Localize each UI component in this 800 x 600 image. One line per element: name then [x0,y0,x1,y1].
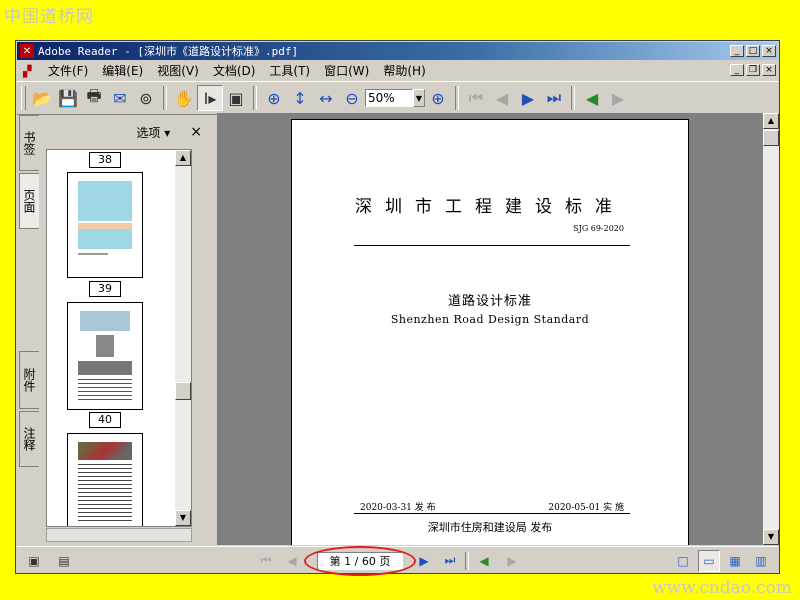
fit-width-icon[interactable]: ↔ [313,85,339,111]
status-bar: ▣ ▤ ⏮ ◀ 第 1 / 60 页 ▶ ⏭ ◀ ▶ □ ▭ ▦ ▥ [17,545,778,576]
menu-help[interactable]: 帮助(H) [376,62,432,79]
page-number-label: 39 [89,281,121,297]
tab-pages[interactable]: 页面 [19,173,39,229]
window-title: Adobe Reader - [深圳市《道路设计标准》.pdf] [38,45,299,58]
toolbar-grip[interactable] [21,86,26,110]
title-bar[interactable]: ✕ Adobe Reader - [深圳市《道路设计标准》.pdf] _ □ × [17,42,778,60]
email-icon[interactable]: ✉ [107,85,133,111]
issue-date: 2020-03-31 发 布 [360,503,436,513]
go-back-icon[interactable]: ◀ [473,550,495,572]
page-indicator[interactable]: 第 1 / 60 页 [304,545,416,576]
watermark-bottom: www.cndao.com [652,578,792,598]
previous-page-icon[interactable]: ◀ [489,85,515,111]
pdf-document-icon[interactable]: ▞ [23,65,35,78]
tab-bookmarks[interactable]: 书签 [19,115,39,171]
last-page-icon[interactable]: ⏭ [541,85,567,111]
document-view[interactable]: 深圳市工程建设标准 SJG 69-2020 道路设计标准 Shenzhen Ro… [217,113,763,545]
scroll-down-icon[interactable]: ▼ [763,529,779,545]
scroll-up-icon[interactable]: ▲ [175,150,191,166]
open-folder-icon[interactable]: 📂 [29,85,55,111]
standard-code: SJG 69-2020 [573,224,624,233]
standard-series-title: 深圳市工程建设标准 [355,197,625,217]
panel-options-menu[interactable]: 选项 ▾ [136,124,170,141]
doc-restore-button[interactable]: ❐ [746,64,760,76]
doc-minimize-button[interactable]: _ [730,64,744,76]
document-properties-icon[interactable]: ▤ [53,550,75,572]
zoom-out-icon[interactable]: ⊖ [339,85,365,111]
fit-page-icon[interactable]: ↕ [287,85,313,111]
single-page-view-icon[interactable]: □ [672,550,694,572]
next-page-icon[interactable]: ▶ [413,550,435,572]
zoom-field[interactable]: 50% [365,89,413,107]
menu-file[interactable]: 文件(F) [41,62,95,79]
menu-bar: ▞ 文件(F) 编辑(E) 视图(V) 文档(D) 工具(T) 窗口(W) 帮助… [17,61,778,80]
tab-attachments[interactable]: 附件 [19,351,39,409]
adobe-reader-icon[interactable]: ✕ [20,44,34,58]
select-text-tool-icon[interactable]: I▸ [197,85,223,111]
panel-scroll-thumb[interactable] [175,382,191,400]
scroll-down-icon[interactable]: ▼ [175,510,191,526]
go-forward-icon[interactable]: ▶ [605,85,631,111]
menu-document[interactable]: 文档(D) [206,62,263,79]
document-scrollbar[interactable]: ▲ ▼ [763,113,779,545]
standard-title-cn: 道路设计标准 [447,294,532,309]
minimize-button[interactable]: _ [730,45,744,57]
menu-edit[interactable]: 编辑(E) [95,62,150,79]
next-page-icon[interactable]: ▶ [515,85,541,111]
pages-panel: 选项 ▾ × 38 39 40 ▲ ▼ [40,117,210,545]
effective-date: 2020-05-01 实 施 [548,503,624,513]
go-back-icon[interactable]: ◀ [579,85,605,111]
continuous-facing-view-icon[interactable]: ▦ [724,550,746,572]
chevron-down-icon[interactable]: ▼ [413,89,425,107]
previous-page-icon[interactable]: ◀ [281,550,303,572]
close-button[interactable]: × [762,45,776,57]
panel-horizontal-scrollbar[interactable] [46,528,192,542]
save-icon[interactable]: 💾 [55,85,81,111]
main-toolbar: 📂 💾 🖶 ✉ ⊚ ✋ I▸ ▣ ⊕ ↕ ↔ ⊖ 50% ▼ ⊕ ⏮ ◀ ▶ ⏭… [17,81,778,115]
print-icon[interactable]: 🖶 [81,85,107,111]
menu-view[interactable]: 视图(V) [150,62,206,79]
page-indicator-text: 第 1 / 60 页 [329,554,391,568]
menu-tools[interactable]: 工具(T) [262,62,317,79]
continuous-view-icon[interactable]: ▭ [698,549,720,572]
watermark-top: 中国道桥网 [4,7,94,27]
divider [354,245,630,246]
menu-window[interactable]: 窗口(W) [317,62,376,79]
thumbnail-list[interactable]: 38 39 40 ▲ ▼ [46,149,192,527]
doc-close-button[interactable]: × [762,64,776,76]
document-scroll-thumb[interactable] [763,130,779,146]
standard-title-en: Shenzhen Road Design Standard [390,313,590,326]
monitor-icon[interactable]: ▣ [23,550,45,572]
page-thumbnail[interactable] [67,172,143,278]
panel-scrollbar[interactable]: ▲ ▼ [175,150,191,526]
first-page-icon[interactable]: ⏮ [463,85,489,111]
tab-comments[interactable]: 注释 [19,411,39,467]
panel-close-icon[interactable]: × [190,124,202,140]
page-thumbnail[interactable] [67,433,143,526]
page-thumbnail[interactable] [67,302,143,410]
page-number-label: 40 [89,412,121,428]
hand-tool-icon[interactable]: ✋ [171,85,197,111]
snapshot-tool-icon[interactable]: ▣ [223,85,249,111]
scroll-up-icon[interactable]: ▲ [763,113,779,129]
last-page-icon[interactable]: ⏭ [439,550,461,572]
maximize-button[interactable]: □ [746,45,760,57]
zoom-in-tool-icon[interactable]: ⊕ [261,85,287,111]
reader-window: ✕ Adobe Reader - [深圳市《道路设计标准》.pdf] _ □ ×… [15,40,780,576]
navigation-tabs: 书签 页面 附件 注释 [19,115,39,545]
facing-view-icon[interactable]: ▥ [750,550,772,572]
publisher: 深圳市住房和建设局 发布 [427,521,553,534]
go-forward-icon[interactable]: ▶ [501,550,523,572]
first-page-icon[interactable]: ⏮ [255,550,277,572]
pdf-page: 深圳市工程建设标准 SJG 69-2020 道路设计标准 Shenzhen Ro… [291,119,689,545]
panel-splitter[interactable] [211,117,216,545]
page-number-label: 38 [89,152,121,168]
search-binoculars-icon[interactable]: ⊚ [133,85,159,111]
divider [354,513,630,514]
zoom-in-icon[interactable]: ⊕ [425,85,451,111]
